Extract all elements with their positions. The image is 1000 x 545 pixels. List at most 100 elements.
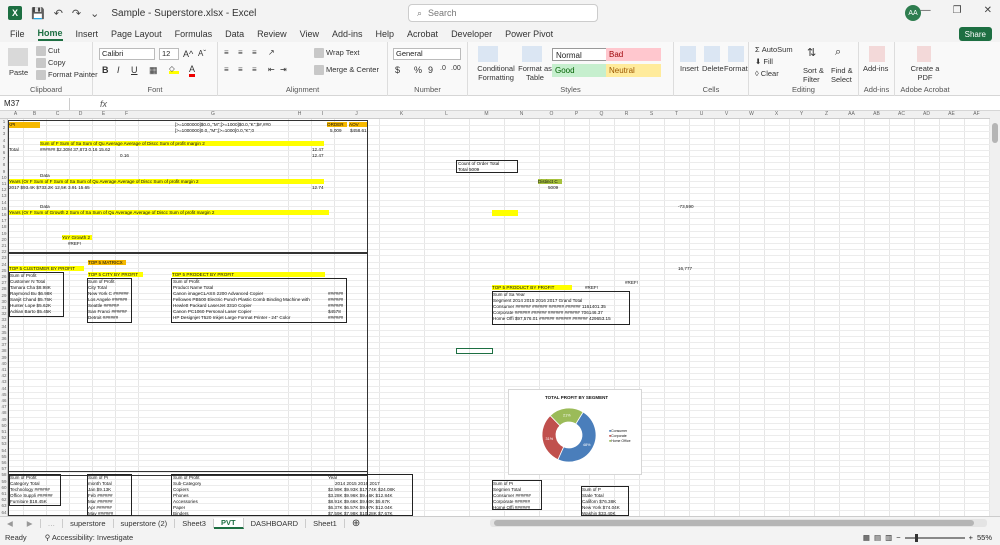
row-header-57[interactable]: 57	[0, 466, 8, 471]
comma-button[interactable]: 9	[428, 65, 433, 75]
segment-row-home-office[interactable]: Home Offi $97,576.01 ###### ###### #####…	[493, 316, 611, 321]
total-profit-by-segment-chart[interactable]: TOTAL PROFIT BY SEGMENT 48% 31% 21% ■Consu…	[508, 389, 642, 475]
city-row-5[interactable]: Detroit ######	[88, 315, 118, 320]
product-row-2[interactable]: Fellowes PB500 Electric Punch Plastic Co…	[173, 297, 323, 302]
save-icon[interactable]: 💾	[31, 7, 45, 20]
row-header-3[interactable]: 3	[0, 131, 8, 136]
row-header-34[interactable]: 34	[0, 324, 8, 329]
sheet-tab-pvt[interactable]: PVT	[213, 518, 244, 529]
zoom-out-icon[interactable]: −	[896, 533, 900, 542]
row-header-43[interactable]: 43	[0, 379, 8, 384]
more-sheets-icon[interactable]: …	[41, 519, 64, 528]
row-header-37[interactable]: 37	[0, 342, 8, 347]
row-header-56[interactable]: 56	[0, 460, 8, 465]
category-row-3[interactable]: Furniture $18.45K	[10, 499, 47, 504]
tab-insert[interactable]: Insert	[76, 29, 99, 39]
column-header-c[interactable]: C	[46, 111, 69, 117]
user-avatar[interactable]: AA	[905, 5, 921, 21]
font-name-select[interactable]: Calibri	[99, 48, 155, 60]
row-header-61[interactable]: 61	[0, 491, 8, 496]
row-header-17[interactable]: 17	[0, 218, 8, 223]
row-header-10[interactable]: 10	[0, 175, 8, 180]
add-ins-button[interactable]: Add-ins	[863, 64, 888, 73]
qat-dropdown-icon[interactable]: ⌄	[90, 7, 99, 20]
shrink-font-icon[interactable]: Aˇ	[198, 49, 206, 58]
worksheet-grid[interactable]: ABCDEFGHIJKLMNOPQRSTUVWXYZAAABACADAEAFAG…	[0, 111, 990, 516]
orientation-icon[interactable]: ↗	[268, 48, 275, 57]
column-header-d[interactable]: D	[69, 111, 92, 117]
column-header-w[interactable]: W	[739, 111, 764, 117]
row-header-48[interactable]: 48	[0, 410, 8, 415]
delete-cells-button[interactable]: Delete	[702, 64, 724, 73]
value-16777[interactable]: 16,777	[678, 266, 692, 271]
row-header-5[interactable]: 5	[0, 144, 8, 149]
column-header-i[interactable]: I	[311, 111, 334, 117]
top5-customer-title[interactable]: TOP 5 CUSTOMER BY PROFIT	[9, 266, 84, 271]
accessibility-status[interactable]: ⚲ Accessibility: Investigate	[45, 533, 133, 542]
format-as-table-icon[interactable]	[522, 46, 542, 62]
row-header-46[interactable]: 46	[0, 398, 8, 403]
align-right-icon[interactable]: ≡	[252, 65, 257, 74]
product-row-5[interactable]: HP Designjet T520 Inkjet Large Format Pr…	[173, 315, 323, 320]
underline-button[interactable]: U	[131, 65, 138, 75]
paste-icon[interactable]	[8, 48, 28, 66]
column-header-a[interactable]: A	[8, 111, 23, 117]
product-row-4[interactable]: Canon PC1060 Personal Laser Copier	[173, 309, 323, 314]
vertical-scroll-thumb[interactable]	[992, 123, 998, 143]
wrap-text-button[interactable]: Wrap Text	[314, 48, 360, 59]
style-bad[interactable]: Bad	[606, 48, 661, 61]
subcategory-vals-2[interactable]: $3.28K $9.96K $9.46K $12.84K	[328, 493, 393, 498]
column-header-p[interactable]: P	[564, 111, 589, 117]
column-header-b[interactable]: B	[23, 111, 46, 117]
city-row-1[interactable]: New York C ######	[88, 291, 129, 296]
row-header-42[interactable]: 42	[0, 373, 8, 378]
row-header-64[interactable]: 64	[0, 510, 8, 515]
column-header-f[interactable]: F	[115, 111, 138, 117]
increase-decimal-icon[interactable]: .0	[440, 65, 446, 72]
ref-error-2[interactable]: #REF!	[585, 285, 598, 290]
style-normal[interactable]: Normal	[552, 48, 607, 61]
add-sheet-icon[interactable]: ⊕	[345, 518, 367, 529]
tab-power-pivot[interactable]: Power Pivot	[505, 29, 553, 39]
column-header-m[interactable]: M	[469, 111, 504, 117]
column-header-e[interactable]: E	[92, 111, 115, 117]
delete-cells-icon[interactable]	[704, 46, 720, 62]
tab-home[interactable]: Home	[37, 28, 63, 41]
row-header-33[interactable]: 33	[0, 317, 8, 322]
zoom-slider[interactable]	[904, 533, 965, 542]
format-cells-button[interactable]: Format	[724, 64, 748, 73]
column-header-h[interactable]: H	[288, 111, 311, 117]
row-header-63[interactable]: 63	[0, 503, 8, 508]
subcategory-row-3[interactable]: Accessories	[173, 499, 198, 504]
row-header-62[interactable]: 62	[0, 497, 8, 502]
column-header-y[interactable]: Y	[789, 111, 814, 117]
product-val-2[interactable]: ######	[328, 297, 343, 302]
category-row-2[interactable]: Office Suppli ######	[10, 493, 53, 498]
bold-button[interactable]: B	[102, 65, 109, 75]
row-header-55[interactable]: 55	[0, 454, 8, 459]
name-box[interactable]: M37	[0, 97, 70, 110]
month-row-2[interactable]: Feb ######	[88, 493, 113, 498]
row-header-13[interactable]: 13	[0, 193, 8, 198]
conditional-formatting-button[interactable]: Conditional Formatting	[476, 64, 516, 82]
row-header-38[interactable]: 38	[0, 348, 8, 353]
minimize-button[interactable]: —	[921, 5, 931, 16]
format-painter-button[interactable]: Format Painter	[36, 70, 98, 81]
city-row-4[interactable]: San Franci ######	[88, 309, 127, 314]
top5-product-title-2[interactable]: TOP 5 PRODUCT BY PROFIT	[492, 285, 572, 290]
font-size-select[interactable]: 12	[159, 48, 179, 60]
segment-profit-row-2[interactable]: Corporate ######	[493, 499, 530, 504]
month-row-4[interactable]: Apr ######	[88, 505, 112, 510]
create-pdf-button[interactable]: Create a PDF	[905, 64, 945, 82]
column-header-ac[interactable]: AC	[889, 111, 914, 117]
tab-developer[interactable]: Developer	[451, 29, 492, 39]
product-val-1[interactable]: ######	[328, 291, 343, 296]
row-header-35[interactable]: 35	[0, 330, 8, 335]
row-header-51[interactable]: 51	[0, 429, 8, 434]
row-header-58[interactable]: 58	[0, 472, 8, 477]
format-as-table-button[interactable]: Format as Table	[518, 64, 552, 82]
column-header-g[interactable]: G	[138, 111, 288, 117]
horizontal-scroll-thumb[interactable]	[494, 520, 974, 526]
row-header-4[interactable]: 4	[0, 138, 8, 143]
month-row-1[interactable]: Jan $9.13K	[88, 487, 111, 492]
